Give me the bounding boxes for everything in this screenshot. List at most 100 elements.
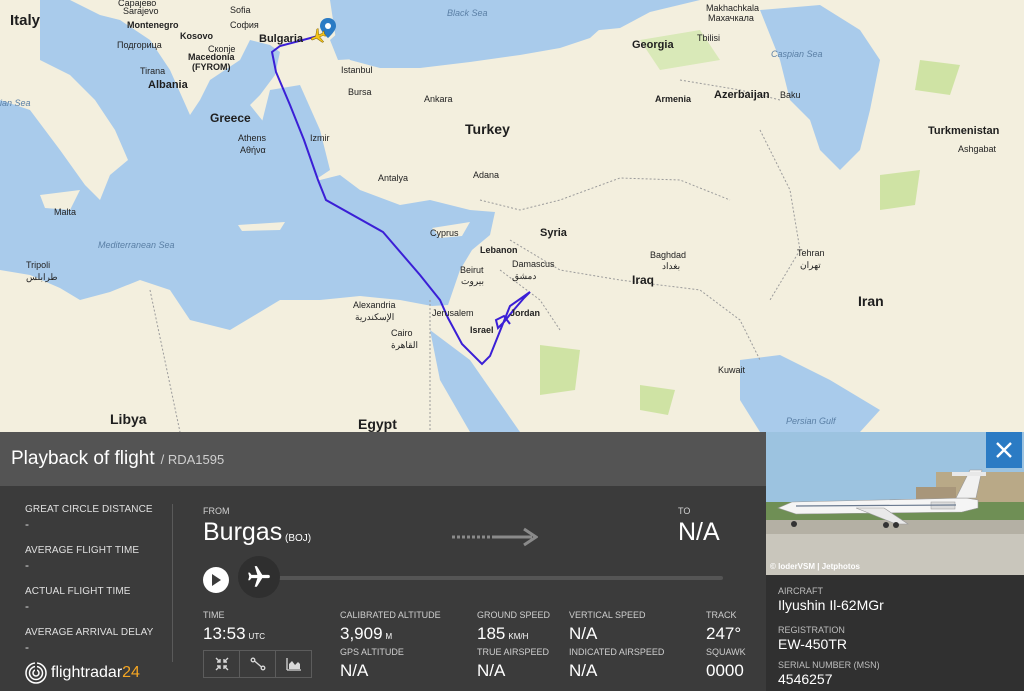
3d-view-button[interactable] (203, 650, 240, 678)
serial-number-label: SERIAL NUMBER (MSN) (778, 660, 880, 670)
to-destination: N/A (678, 518, 720, 546)
map-label-jerusalem: Jerusalem (432, 308, 474, 318)
registration-label: REGISTRATION (778, 625, 845, 635)
from-label: FROM (203, 506, 230, 516)
from-airport-code: (BOJ) (285, 533, 312, 544)
altitude-unit: M (385, 632, 393, 641)
map-label-alexandria: Alexandria (353, 300, 396, 310)
stat-label: AVERAGE ARRIVAL DELAY (25, 627, 154, 638)
map-label-cyprus: Cyprus (430, 228, 459, 238)
map-label-lebanon: Lebanon (480, 245, 518, 255)
map-label-tripoli: Tripoli (26, 260, 51, 270)
radar-logo-icon (25, 662, 47, 684)
map-label-greece: Greece (210, 111, 251, 125)
stat-average-arrival-delay: AVERAGE ARRIVAL DELAY - (25, 627, 165, 654)
map-label-iran: Iran (858, 293, 884, 309)
ground-speed-label: GROUND SPEED (477, 610, 551, 620)
track-value: 247° (706, 624, 742, 643)
map-label-damascus: Damascus (512, 259, 555, 269)
graph-icon (285, 658, 301, 671)
aircraft-type-label: AIRCRAFT (778, 586, 823, 596)
map-label-fyrom: (FYROM) (192, 62, 231, 72)
stat-value: - (25, 558, 29, 572)
map-label-podgorica: Подгорица (117, 40, 162, 50)
time-unit: UTC (248, 632, 265, 641)
map-label-tbilisi: Tbilisi (697, 33, 721, 43)
map-label-tehran: Tehran (797, 248, 825, 258)
map-label-caspian: Caspian Sea (771, 49, 823, 59)
map-label-makhachkala-local: Махачкала (708, 13, 754, 23)
panel-title: Playback of flight (11, 448, 155, 469)
gps-altitude-value: N/A (340, 661, 369, 680)
map-label-damascus-local: دمشق (512, 271, 537, 281)
map-label-azerbaijan: Azerbaijan (714, 89, 770, 101)
photo-credit[interactable]: © loderVSM | Jetphotos (770, 562, 860, 571)
logo-text: flightradar24 (51, 664, 140, 682)
map-label-makhachkala: Makhachkala (706, 3, 760, 13)
map-label-libya: Libya (110, 411, 147, 427)
map-label-baghdad: Baghdad (650, 250, 687, 260)
map-label-ashgabat: Ashgabat (958, 144, 997, 154)
stat-value: - (25, 517, 29, 531)
flight-playback-app: Italy Sarajevo Сарајево Montenegro Подго… (0, 0, 1024, 691)
map-label-persian-gulf: Persian Gulf (786, 416, 836, 426)
map-label-izmir: Izmir (310, 133, 330, 143)
route-button[interactable] (239, 650, 276, 678)
map-label-kosovo: Kosovo (180, 31, 214, 41)
stat-value: - (25, 599, 29, 613)
ground-speed-value: 185 KM/H (477, 624, 528, 644)
flight-path (270, 35, 531, 366)
panel-header: Playback of flight / RDA1595 (0, 432, 766, 486)
map-label-black-sea: Black Sea (447, 8, 488, 18)
indicated-airspeed-value: N/A (569, 661, 598, 680)
map-label-alexandria-local: الإسكندرية (355, 312, 395, 322)
true-airspeed-value: N/A (477, 661, 506, 680)
indicated-airspeed-label: INDICATED AIRSPEED (569, 647, 665, 657)
map-label-sofia: София (230, 20, 259, 30)
map-label-georgia: Georgia (632, 39, 674, 51)
flightradar24-logo[interactable]: flightradar24 (25, 662, 140, 684)
compress-arrows-icon (215, 657, 228, 671)
serial-number-value: 4546257 (778, 671, 833, 687)
play-button[interactable] (203, 567, 229, 593)
map-label-malta: Malta (54, 207, 77, 217)
playback-scrubber[interactable] (238, 556, 280, 598)
gps-altitude-label: GPS ALTITUDE (340, 647, 404, 657)
map-label-jordan: Jordan (510, 308, 541, 318)
map-label-montenegro: Montenegro (127, 20, 179, 30)
registration-value: EW-450TR (778, 636, 847, 652)
time-value-text: 13:53 (203, 624, 246, 643)
map-label-turkey: Turkey (465, 121, 510, 137)
map-label-albania: Albania (148, 79, 188, 91)
graph-button[interactable] (275, 650, 312, 678)
close-button[interactable] (986, 432, 1022, 468)
play-icon (212, 574, 221, 586)
map-label-armenia: Armenia (655, 94, 692, 104)
map-label-italy: Italy (10, 12, 41, 29)
from-city[interactable]: Burgas (203, 518, 282, 547)
map-label-beirut: Beirut (460, 265, 484, 275)
flight-info-section: Playback of flight / RDA1595 GREAT CIRCL… (0, 432, 766, 691)
map-label-syria: Syria (540, 227, 567, 239)
logo-main: flightradar (51, 664, 123, 681)
calibrated-altitude-label: CALIBRATED ALTITUDE (340, 610, 441, 620)
stat-actual-flight-time: ACTUAL FLIGHT TIME - (25, 586, 165, 613)
squawk-value: 0000 (706, 661, 744, 680)
speed-unit: KM/H (508, 632, 529, 641)
map-label-cairo: Cairo (391, 328, 413, 338)
flight-playback-panel: Playback of flight / RDA1595 GREAT CIRCL… (0, 432, 1024, 691)
flight-stats: GREAT CIRCLE DISTANCE - AVERAGE FLIGHT T… (25, 504, 165, 668)
map-label-mediterranean: Mediterranean Sea (98, 240, 175, 250)
close-icon (996, 442, 1012, 458)
aircraft-marker-icon[interactable] (309, 27, 327, 45)
map-label-ionian-sea: ian Sea (0, 98, 31, 108)
flight-callsign: / RDA1595 (160, 451, 225, 467)
map-label-bursa: Bursa (348, 87, 372, 97)
route-icon (250, 657, 265, 671)
aircraft-photo[interactable]: © loderVSM | Jetphotos (766, 432, 1024, 575)
stat-label: GREAT CIRCLE DISTANCE (25, 504, 153, 515)
map[interactable]: Italy Sarajevo Сарајево Montenegro Подго… (0, 0, 1024, 432)
track-label: TRACK (706, 610, 737, 620)
aircraft-type-value: Ilyushin Il-62MGr (778, 597, 884, 613)
playback-timeline[interactable] (270, 576, 723, 580)
